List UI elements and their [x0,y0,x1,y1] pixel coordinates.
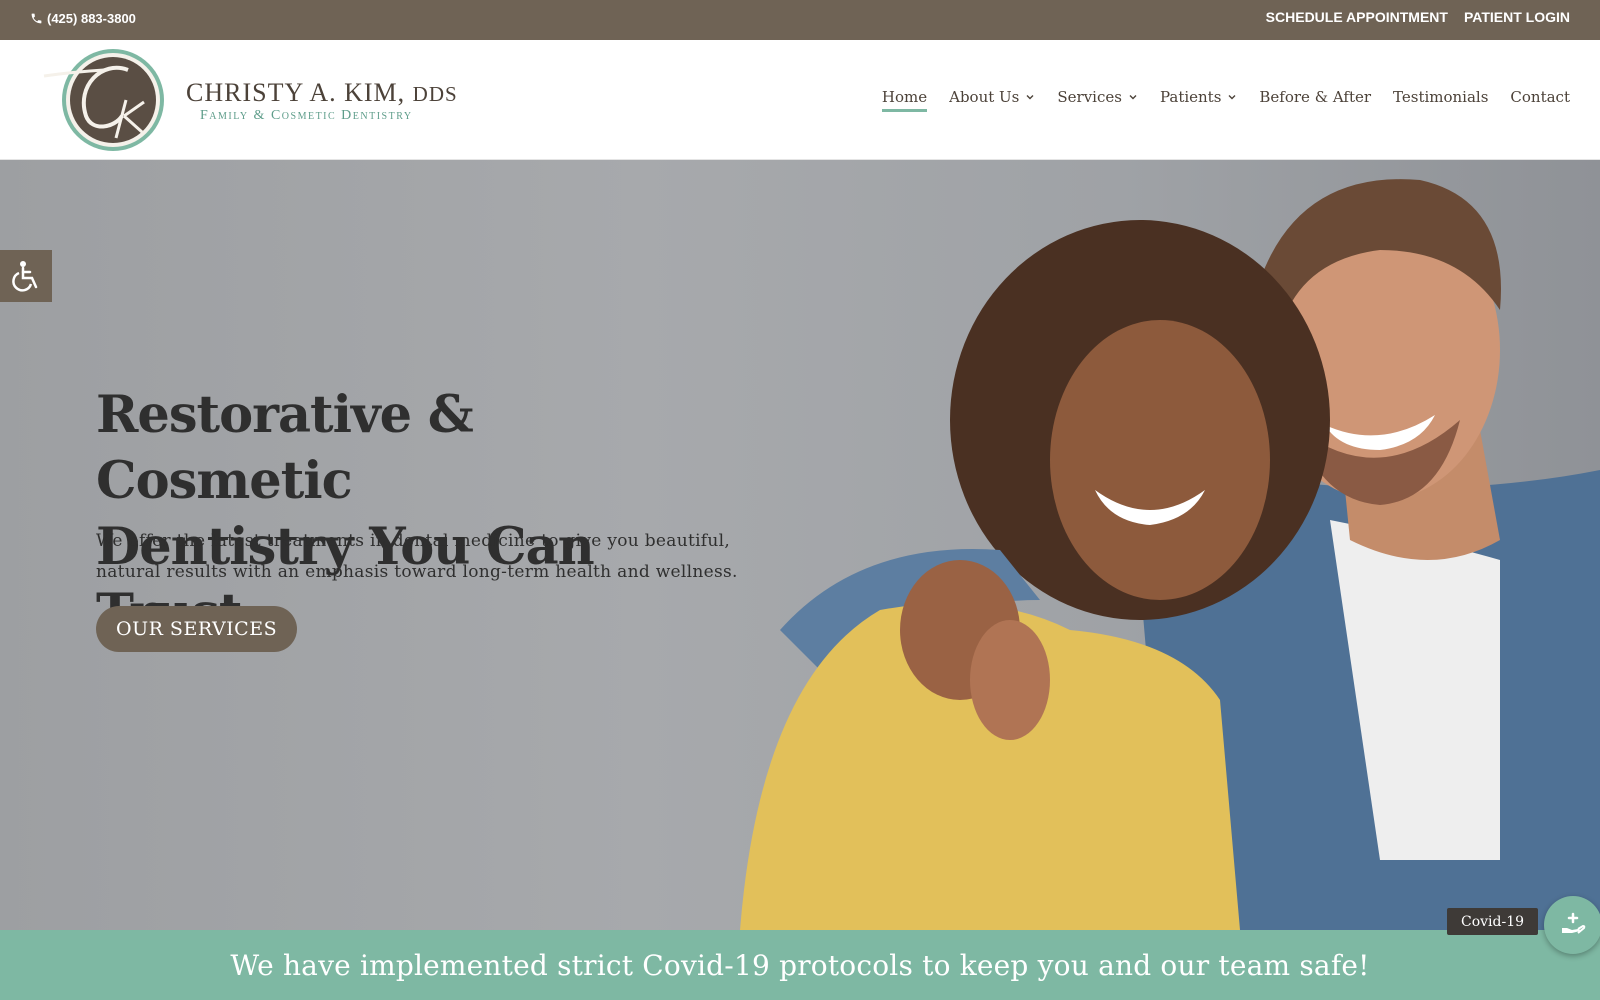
practice-subtitle: Family & Cosmetic Dentistry [200,108,413,123]
nav-services[interactable]: Services [1057,88,1138,106]
phone-link[interactable]: (425) 883-3800 [30,11,136,26]
wheelchair-icon [12,261,38,292]
nav-before-after[interactable]: Before & After [1259,88,1371,106]
our-services-button[interactable]: OUR SERVICES [96,606,298,652]
hero-title-line-1: Restorative & Cosmetic [96,385,474,511]
hero-section: Restorative & Cosmetic Dentistry You Can… [0,160,1600,930]
covid-tag[interactable]: Covid-19 [1447,908,1539,935]
covid-info-button[interactable] [1544,896,1600,954]
practice-name: CHRISTY A. KIM, DDS [186,78,458,107]
accessibility-button[interactable] [0,250,52,302]
main-nav: Home About Us Services Patients Before &… [881,88,1570,112]
schedule-appointment-link[interactable]: SCHEDULE APPOINTMENT [1266,9,1448,25]
nav-patients[interactable]: Patients [1160,88,1237,106]
ck-logo[interactable] [42,46,170,154]
phone-icon [31,13,42,24]
hand-care-icon [1562,912,1586,934]
chevron-down-icon [1228,95,1236,100]
patient-login-link[interactable]: PATIENT LOGIN [1464,9,1570,25]
nav-home[interactable]: Home [881,88,928,112]
phone-number: (425) 883-3800 [47,11,136,26]
nav-about-us[interactable]: About Us [949,88,1035,106]
covid-banner-text: We have implemented strict Covid-19 prot… [230,948,1370,982]
top-bar: (425) 883-3800 SCHEDULE APPOINTMENT PATI… [0,0,1600,40]
chevron-down-icon [1026,95,1034,100]
nav-contact[interactable]: Contact [1510,88,1570,106]
hero-description: We offer the latest treatments in dental… [96,531,738,582]
hero-couple-photo [740,179,1600,930]
covid-banner[interactable]: We have implemented strict Covid-19 prot… [0,930,1600,1000]
chevron-down-icon [1129,95,1137,100]
site-header: CHRISTY A. KIM, DDS Family & Cosmetic De… [0,40,1600,160]
nav-testimonials[interactable]: Testimonials [1393,88,1488,106]
